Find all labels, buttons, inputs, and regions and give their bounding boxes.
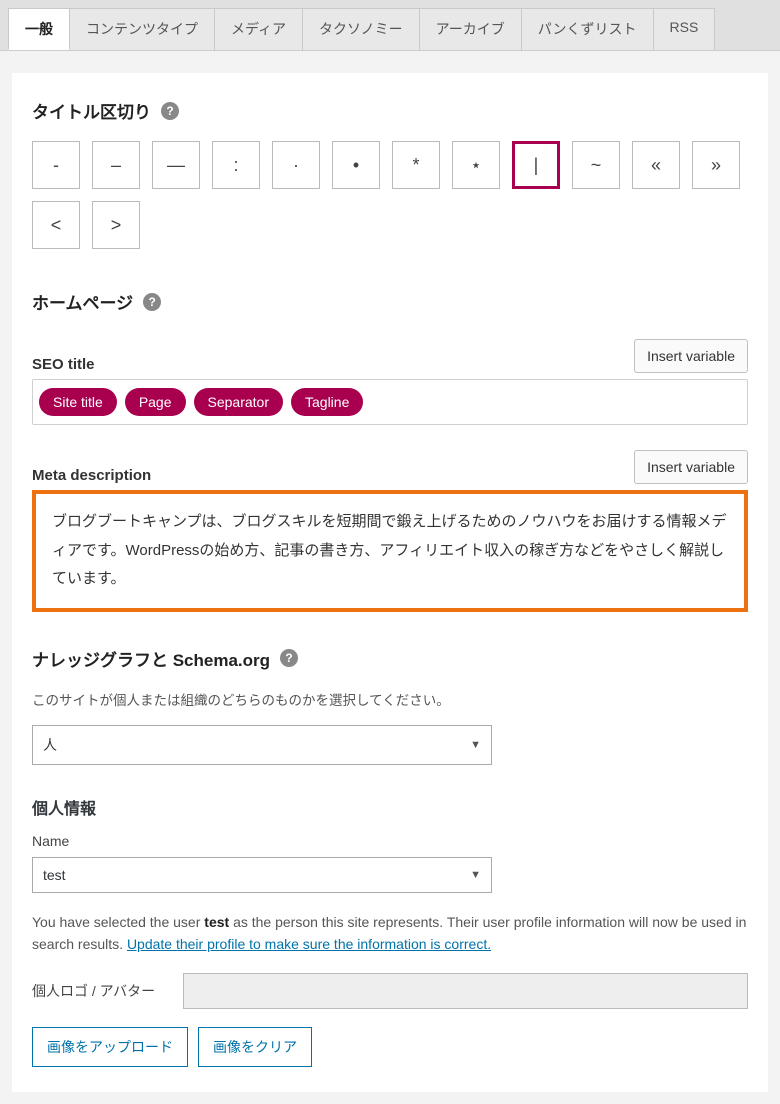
meta-description-row: Meta description Insert variable <box>32 450 748 484</box>
logo-path-input[interactable] <box>183 973 748 1009</box>
separator-option[interactable]: ~ <box>572 141 620 189</box>
tab-content-types[interactable]: コンテンツタイプ <box>69 8 215 50</box>
help-icon[interactable]: ? <box>143 293 161 311</box>
chevron-down-icon: ▼ <box>470 869 481 881</box>
homepage-label: ホームページ <box>32 289 133 314</box>
tab-bar: 一般 コンテンツタイプ メディア タクソノミー アーカイブ パンくずリスト RS… <box>0 0 780 51</box>
upload-image-button[interactable]: 画像をアップロード <box>32 1027 188 1067</box>
separator-grid: - – — : · • * ⋆ | ~ « » < > <box>32 141 748 249</box>
knowledge-graph-label: ナレッジグラフと Schema.org <box>32 646 270 671</box>
separator-option-selected[interactable]: | <box>512 141 560 189</box>
tab-taxonomies[interactable]: タクソノミー <box>302 8 420 50</box>
name-select[interactable]: test ▼ <box>32 857 492 893</box>
knowledge-graph-heading: ナレッジグラフと Schema.org ? <box>32 646 748 671</box>
separator-option[interactable]: – <box>92 141 140 189</box>
variable-pill[interactable]: Page <box>125 388 186 416</box>
separator-option[interactable]: ⋆ <box>452 141 500 189</box>
meta-description-input[interactable]: ブログブートキャンプは、ブログスキルを短期間で鍛え上げるためのノウハウをお届けす… <box>32 490 748 612</box>
title-separator-heading: タイトル区切り ? <box>32 98 748 123</box>
knowledge-graph-hint: このサイトが個人または組織のどちらのものかを選択してください。 <box>32 689 748 709</box>
tab-general[interactable]: 一般 <box>8 8 70 50</box>
note-username: test <box>204 914 229 930</box>
insert-variable-button[interactable]: Insert variable <box>634 450 748 484</box>
separator-option[interactable]: : <box>212 141 260 189</box>
separator-option[interactable]: * <box>392 141 440 189</box>
variable-pill[interactable]: Tagline <box>291 388 363 416</box>
seo-title-input[interactable]: Site title Page Separator Tagline <box>32 379 748 425</box>
clear-image-button[interactable]: 画像をクリア <box>198 1027 312 1067</box>
seo-title-label: SEO title <box>32 356 95 373</box>
logo-row: 個人ロゴ / アバター <box>32 973 748 1009</box>
settings-panel: タイトル区切り ? - – — : · • * ⋆ | ~ « » < > ホー… <box>12 73 768 1092</box>
select-value: test <box>43 867 66 883</box>
seo-title-row: SEO title Insert variable <box>32 339 748 373</box>
help-icon[interactable]: ? <box>161 102 179 120</box>
separator-option[interactable]: « <box>632 141 680 189</box>
separator-option[interactable]: > <box>92 201 140 249</box>
separator-option[interactable]: » <box>692 141 740 189</box>
select-value: 人 <box>43 735 57 755</box>
separator-option[interactable]: — <box>152 141 200 189</box>
personal-info-heading: 個人情報 <box>32 795 748 819</box>
note-text: You have selected the user <box>32 914 204 930</box>
variable-pill[interactable]: Site title <box>39 388 117 416</box>
separator-option[interactable]: · <box>272 141 320 189</box>
entity-type-select[interactable]: 人 ▼ <box>32 725 492 765</box>
title-separator-label: タイトル区切り <box>32 98 151 123</box>
insert-variable-button[interactable]: Insert variable <box>634 339 748 373</box>
tab-breadcrumbs[interactable]: パンくずリスト <box>521 8 654 50</box>
profile-note: You have selected the user test as the p… <box>32 911 748 956</box>
separator-option[interactable]: • <box>332 141 380 189</box>
tab-archives[interactable]: アーカイブ <box>419 8 522 50</box>
meta-description-label: Meta description <box>32 467 151 484</box>
chevron-down-icon: ▼ <box>470 739 481 751</box>
tab-rss[interactable]: RSS <box>653 8 716 50</box>
homepage-heading: ホームページ ? <box>32 289 748 314</box>
separator-option[interactable]: < <box>32 201 80 249</box>
name-label: Name <box>32 833 748 849</box>
help-icon[interactable]: ? <box>280 649 298 667</box>
update-profile-link[interactable]: Update their profile to make sure the in… <box>127 936 491 952</box>
logo-label: 個人ロゴ / アバター <box>32 981 155 1001</box>
logo-button-row: 画像をアップロード 画像をクリア <box>32 1027 748 1067</box>
separator-option[interactable]: - <box>32 141 80 189</box>
tab-media[interactable]: メディア <box>214 8 303 50</box>
variable-pill[interactable]: Separator <box>194 388 283 416</box>
